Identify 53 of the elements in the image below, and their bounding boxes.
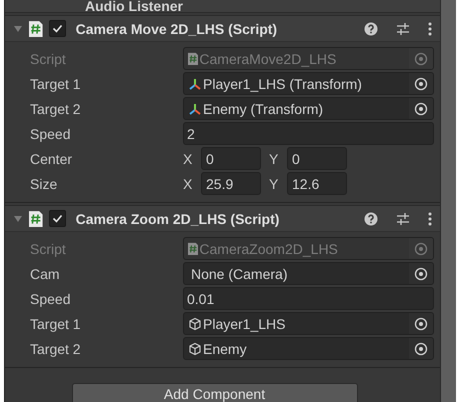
caret-icon[interactable]: [13, 214, 23, 224]
component-header[interactable]: Camera Zoom 2D_LHS (Script): [5, 205, 440, 232]
scrollbar[interactable]: [440, 0, 456, 402]
settings-icon[interactable]: [396, 22, 410, 36]
object-field[interactable]: Enemy: [183, 337, 434, 360]
checkbox[interactable]: [48, 20, 66, 37]
property-label: Target 1: [30, 76, 82, 92]
number-field[interactable]: 12.6: [287, 172, 347, 195]
transform-icon: [188, 76, 202, 90]
component-title: Camera Zoom 2D_LHS (Script): [76, 210, 280, 226]
property-label: Speed: [30, 126, 72, 142]
checkbox[interactable]: [48, 210, 66, 227]
axis-label: Y: [269, 176, 280, 192]
object-field[interactable]: Player1_LHS (Transform): [183, 72, 434, 95]
property-label: Script: [30, 50, 67, 66]
axis-label: Y: [269, 150, 280, 166]
number-field[interactable]: 25.9: [201, 172, 261, 195]
object-field[interactable]: Player1_LHS: [183, 312, 434, 335]
property-label: Target 2: [30, 340, 82, 356]
help-icon[interactable]: [364, 212, 378, 226]
property-label: Target 1: [30, 316, 82, 332]
help-icon[interactable]: [364, 22, 378, 36]
more-icon[interactable]: [428, 22, 432, 36]
number-field[interactable]: 0: [287, 147, 347, 170]
script-icon: [188, 52, 198, 65]
property-label: Cam: [30, 266, 61, 282]
number-field[interactable]: 0: [201, 147, 261, 170]
transform-icon: [188, 102, 202, 116]
property-label: Center: [30, 150, 74, 166]
add-component-button[interactable]: Add Component: [72, 383, 358, 402]
property-label: Script: [30, 240, 67, 256]
component-title: Camera Move 2D_LHS (Script): [76, 20, 278, 36]
caret-icon[interactable]: [13, 24, 23, 34]
cube-icon: [188, 342, 202, 356]
property-label: Size: [30, 176, 58, 192]
settings-icon[interactable]: [396, 212, 410, 226]
object-field[interactable]: None (Camera): [183, 262, 434, 285]
checkmark-icon: [52, 23, 63, 34]
object-field[interactable]: Enemy (Transform): [183, 97, 434, 120]
script-icon: [29, 20, 43, 37]
component-title: Audio Listener: [85, 0, 184, 13]
number-field[interactable]: 2: [183, 122, 434, 145]
property-label: Target 2: [30, 100, 82, 116]
axis-label: X: [183, 176, 194, 192]
script-icon: [188, 242, 198, 255]
checkmark-icon: [52, 213, 63, 224]
component-header[interactable]: Camera Move 2D_LHS (Script): [5, 15, 440, 42]
cube-icon: [188, 316, 202, 330]
axis-label: X: [183, 150, 194, 166]
script-icon: [29, 210, 43, 227]
property-label: Speed: [30, 290, 72, 306]
number-field[interactable]: 0.01: [183, 287, 434, 310]
more-icon[interactable]: [428, 212, 432, 226]
